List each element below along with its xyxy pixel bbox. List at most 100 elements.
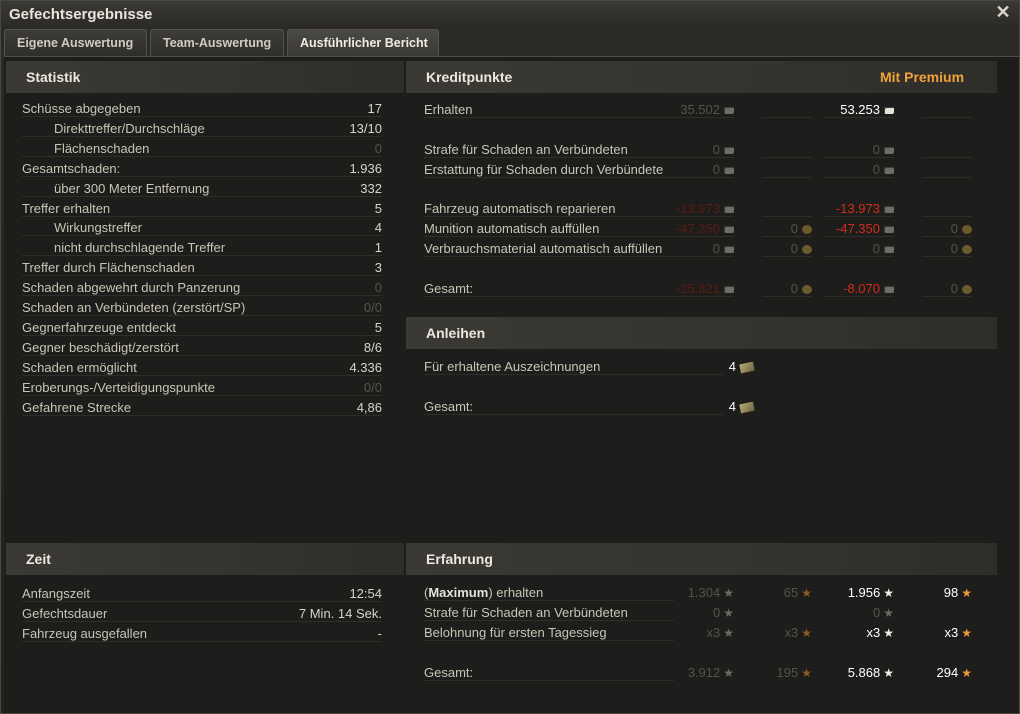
row-divider: [762, 236, 812, 237]
stat-label: Direkttreffer/Durchschläge: [54, 121, 205, 136]
xp-label: Gesamt:: [424, 665, 474, 680]
row-divider: [22, 335, 382, 336]
credit-value-credits: 35.502: [680, 102, 734, 117]
row-divider: [922, 157, 972, 158]
row-divider: [424, 600, 674, 601]
zeit-row: Anfangszeit 12:54: [22, 584, 382, 603]
row-divider: [424, 236, 674, 237]
row-divider: [824, 157, 894, 158]
xp-amount: 1.956: [847, 585, 881, 600]
row-divider: [424, 216, 674, 217]
close-icon[interactable]: ✕: [994, 3, 1012, 21]
credit-amount: 0: [790, 241, 798, 256]
zeit-value: 12:54: [349, 586, 382, 601]
credit-row: Erstattung für Schaden durch Verbündete 0…: [424, 160, 984, 179]
stat-value: 5: [374, 201, 382, 216]
credits-icon: [724, 147, 734, 155]
stat-row: Gegner beschädigt/zerstört 8/6: [22, 338, 382, 357]
row-divider: [22, 156, 382, 157]
row-divider: [762, 256, 812, 257]
stat-row: Schaden ermöglicht 4.336: [22, 358, 382, 377]
stat-value: 13/10: [349, 121, 382, 136]
xp-amount: 0: [873, 605, 881, 620]
row-divider: [424, 157, 674, 158]
credit-value-premium-gold: 0: [951, 221, 972, 236]
battle-results-window: Gefechtsergebnisse ✕ Eigene Auswertung T…: [0, 0, 1020, 714]
xp-value-premium-free-xp: x3 ★: [945, 625, 973, 640]
xp-amount: 3.912: [687, 665, 721, 680]
xp-amount: 5.868: [847, 665, 881, 680]
bond-value: 4: [729, 399, 755, 414]
statistik-header: Statistik: [6, 61, 404, 93]
zeit-row: Fahrzeug ausgefallen -: [22, 624, 382, 643]
xp-amount: x3: [944, 625, 959, 640]
row-divider: [22, 601, 382, 602]
tab-ausfuehrlicher-bericht[interactable]: Ausführlicher Bericht: [287, 29, 439, 56]
xp-amount: 294: [936, 665, 959, 680]
stat-label: Treffer durch Flächenschaden: [22, 260, 195, 275]
stat-label: Schaden abgewehrt durch Panzerung: [22, 280, 241, 295]
xp-star-icon: ★: [883, 626, 894, 640]
zeit-label: Gefechtsdauer: [22, 606, 108, 621]
erfahrung-header: Erfahrung: [406, 543, 997, 575]
stat-label: Gegner beschädigt/zerstört: [22, 340, 179, 355]
stat-value: 1.936: [349, 161, 382, 176]
xp-amount: 65: [783, 585, 799, 600]
stat-value: 4,86: [356, 400, 382, 415]
credit-amount: 0: [790, 221, 798, 236]
credit-value-premium-credits: -47.350: [836, 221, 894, 236]
row-divider: [424, 177, 674, 178]
stat-value: 332: [360, 181, 382, 196]
window-title: Gefechtsergebnisse: [9, 6, 153, 23]
row-divider: [22, 641, 382, 642]
xp-row: Gesamt: 3.912 ★ 195 ★ 5.868 ★ 294 ★: [424, 663, 984, 682]
zeit-row: Gefechtsdauer 7 Min. 14 Sek.: [22, 604, 382, 623]
credit-value-premium-credits: -8.070: [843, 281, 894, 296]
stat-label: Gegnerfahrzeuge entdeckt: [22, 320, 176, 335]
row-divider: [424, 256, 674, 257]
row-divider: [922, 236, 972, 237]
tab-team-auswertung[interactable]: Team-Auswertung: [150, 29, 284, 56]
free-xp-star-icon: ★: [801, 626, 812, 640]
stat-label: Eroberungs-/Verteidigungspunkte: [22, 380, 215, 395]
gold-icon: [802, 225, 812, 235]
stat-value: 8/6: [363, 340, 382, 355]
row-divider: [762, 117, 812, 118]
xp-label-maximum: Maximum: [428, 585, 489, 600]
zeit-value: 7 Min. 14 Sek.: [298, 606, 382, 621]
credit-amount: -25.821: [675, 281, 720, 296]
row-divider: [22, 116, 382, 117]
credits-icon: [884, 226, 894, 234]
credit-amount: 0: [950, 281, 958, 296]
tab-eigene-auswertung[interactable]: Eigene Auswertung: [4, 29, 147, 56]
credits-icon: [724, 167, 734, 175]
xp-value-premium-xp: 0 ★: [873, 605, 894, 620]
credit-amount: -13.973: [675, 201, 720, 216]
stat-label: Schaden an Verbündeten (zerstört/SP): [22, 300, 246, 315]
credit-value-credits: 0: [713, 162, 734, 177]
row-divider: [22, 621, 382, 622]
xp-value-xp: 0 ★: [713, 605, 734, 620]
xp-value-xp: 1.304 ★: [688, 585, 734, 600]
credit-value-gold: 0: [791, 281, 812, 296]
stat-value: 0: [374, 280, 382, 295]
xp-row: (Maximum) erhalten 1.304 ★ 65 ★ 1.956 ★ 98 ★: [424, 583, 984, 602]
title-bar[interactable]: Gefechtsergebnisse ✕: [1, 1, 1019, 29]
row-divider: [424, 117, 674, 118]
zeit-title: Zeit: [26, 551, 51, 567]
statistik-title: Statistik: [26, 69, 81, 85]
row-divider: [922, 296, 972, 297]
row-divider: [424, 640, 674, 641]
credit-label: Erstattung für Schaden durch Verbündete: [424, 162, 664, 177]
credits-icon: [724, 286, 734, 294]
row-divider: [22, 295, 382, 296]
credits-icon: [724, 206, 734, 214]
row-divider: [664, 216, 734, 217]
credit-value-premium-credits: 0: [873, 142, 894, 157]
credit-label: Fahrzeug automatisch reparieren: [424, 201, 616, 216]
bond-row: Gesamt: 4: [424, 397, 984, 416]
credit-amount: 35.502: [680, 102, 720, 117]
credit-label: Gesamt:: [424, 281, 474, 296]
xp-amount: x3: [784, 625, 799, 640]
xp-star-icon: ★: [883, 586, 894, 600]
